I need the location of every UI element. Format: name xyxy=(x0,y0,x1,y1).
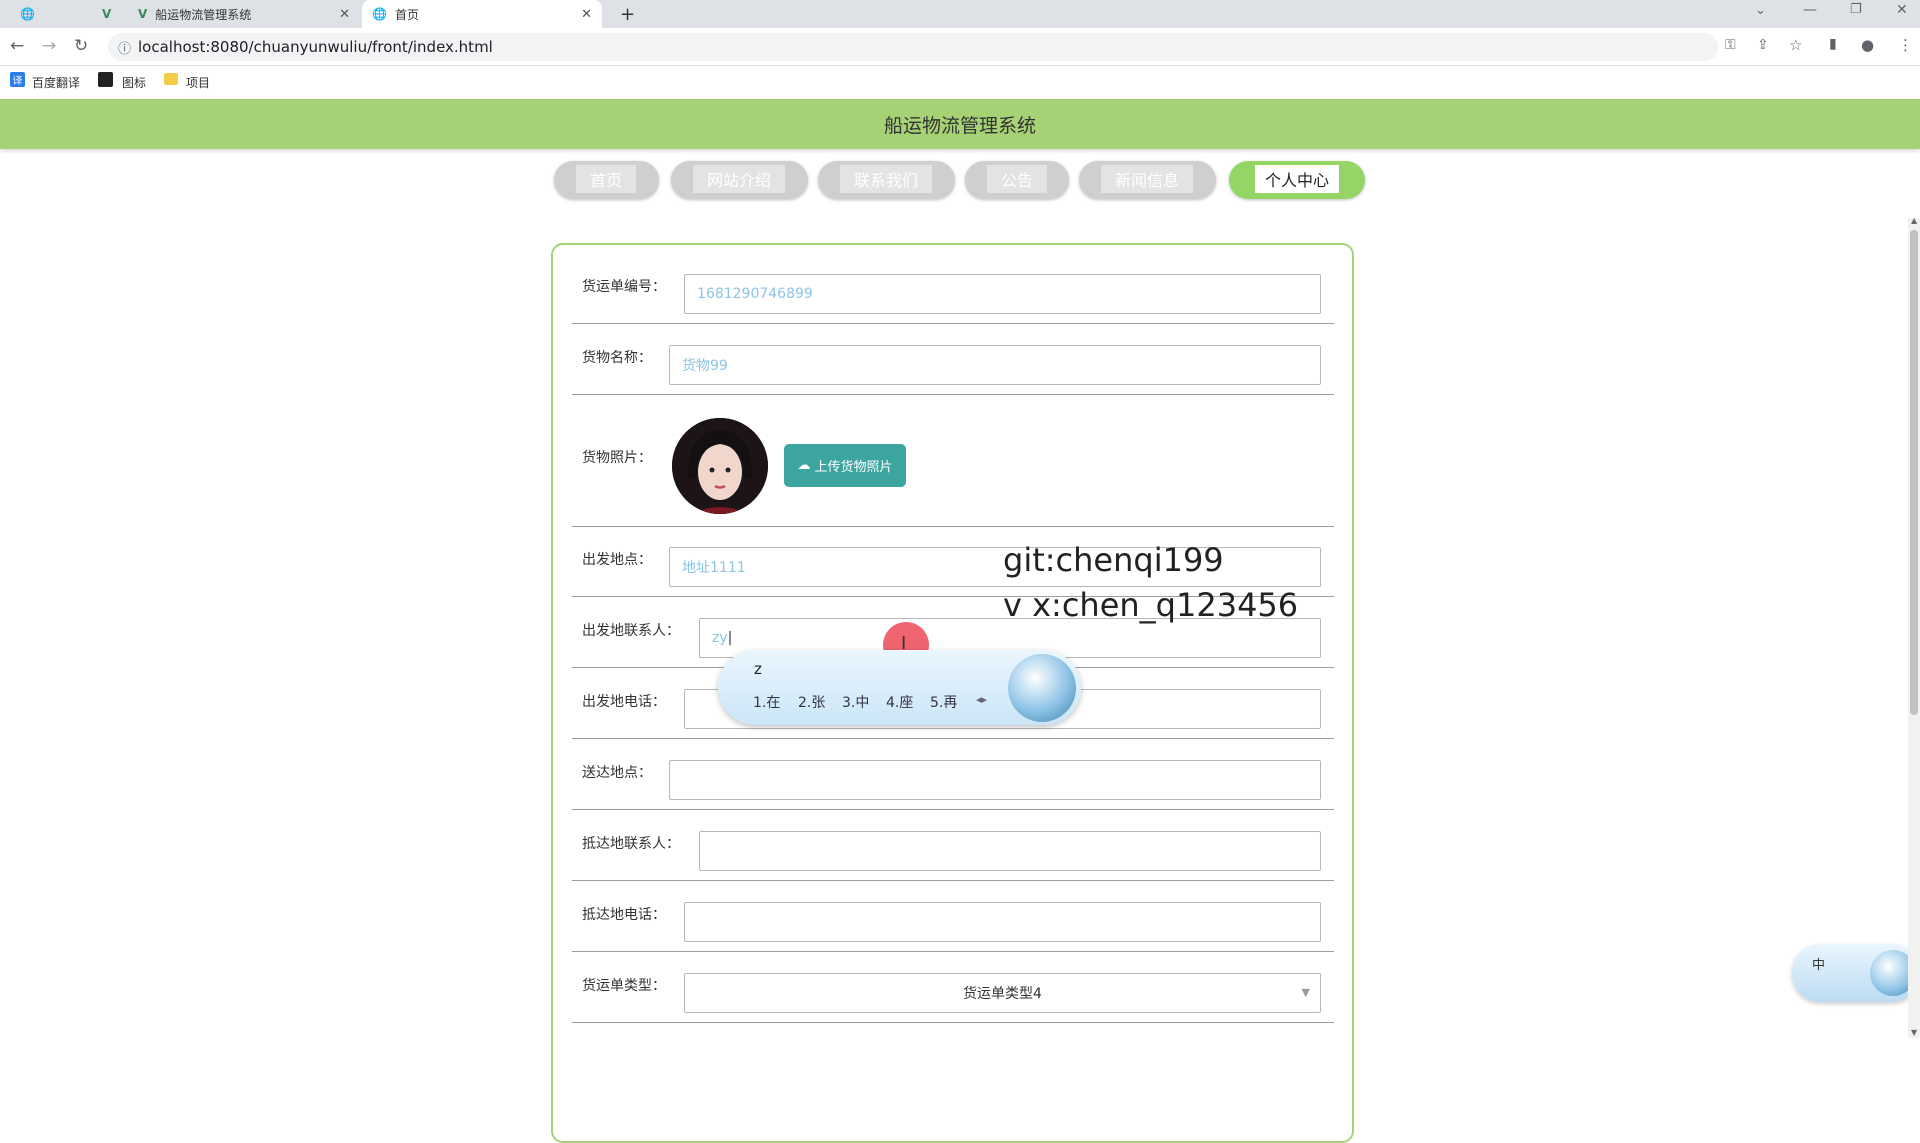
tab-title: 首页 xyxy=(394,7,419,22)
menu-icon[interactable]: ⋮ xyxy=(1898,36,1913,54)
ime-candidate-window: z 1.在 2.张 3.中 4.座 5.再 ◂▸ xyxy=(718,650,1081,725)
minimize-icon[interactable]: — xyxy=(1803,2,1817,18)
close-icon[interactable]: ✕ xyxy=(581,7,592,22)
upload-photo-button[interactable]: ☁ 上传货物照片 xyxy=(784,444,906,487)
image-icon xyxy=(98,72,113,87)
origin-contact-label: 出发地联系人： xyxy=(582,623,680,639)
destination-contact-label: 抵达地联系人： xyxy=(582,836,680,852)
ime-candidate[interactable]: 3.中 xyxy=(842,692,869,712)
translate-icon: 译 xyxy=(10,72,25,87)
watermark-line-1: git:chenqi199 xyxy=(1003,541,1224,579)
goods-photo-image xyxy=(672,418,768,514)
order-type-label: 货运单类型： xyxy=(582,978,666,994)
tab-pinned-2[interactable] xyxy=(50,0,90,28)
order-no-label: 货运单编号： xyxy=(582,279,666,295)
nav-contact[interactable]: 联系我们 xyxy=(818,161,955,199)
ime-status-widget[interactable]: 中 xyxy=(1792,944,1920,1002)
bookmarks-bar: 译 百度翻译 图标 项目 xyxy=(0,66,1920,96)
ime-composition: z xyxy=(754,660,762,678)
divider xyxy=(572,526,1334,527)
nav-home[interactable]: 首页 xyxy=(554,161,659,199)
nav-profile[interactable]: 个人中心 xyxy=(1229,161,1365,199)
tab-pinned-3[interactable]: V xyxy=(92,0,126,28)
destination-phone-label: 抵达地电话： xyxy=(582,907,666,923)
ime-candidate[interactable]: 5.再 xyxy=(930,692,957,712)
order-no-input[interactable]: 1681290746899 xyxy=(684,274,1321,314)
profile-icon[interactable]: ● xyxy=(1861,36,1874,54)
origin-phone-label: 出发地电话： xyxy=(582,694,666,710)
divider xyxy=(572,1022,1334,1023)
ime-mode: 中 xyxy=(1812,958,1826,973)
restore-icon[interactable]: ❐ xyxy=(1850,2,1862,17)
reload-icon[interactable]: ↻ xyxy=(74,36,88,56)
nav-about[interactable]: 网站介绍 xyxy=(671,161,808,199)
divider xyxy=(572,951,1334,952)
address-bar: ← → ↻ ⓘ localhost:8080/chuanyunwuliu/fro… xyxy=(0,28,1920,66)
star-icon[interactable]: ☆ xyxy=(1789,36,1802,54)
goods-name-label: 货物名称： xyxy=(582,350,652,366)
page-arrows-icon[interactable]: ◂▸ xyxy=(976,693,987,706)
info-icon: ⓘ xyxy=(118,42,132,57)
vue-icon: V xyxy=(102,7,112,21)
order-type-select[interactable]: 货运单类型4 ▼ xyxy=(684,973,1321,1013)
ime-candidate[interactable]: 2.张 xyxy=(798,692,825,712)
divider xyxy=(572,738,1334,739)
chevron-down-icon: ▼ xyxy=(1301,986,1310,999)
divider xyxy=(572,394,1334,395)
scroll-up-icon[interactable]: ▲ xyxy=(1911,216,1917,225)
sidepanel-icon[interactable]: ▮ xyxy=(1829,36,1837,52)
destination-label: 送达地点： xyxy=(582,765,652,781)
ime-candidate[interactable]: 1.在 xyxy=(753,692,780,712)
scrollbar-thumb[interactable] xyxy=(1910,230,1918,715)
window-close-icon[interactable]: ✕ xyxy=(1896,2,1908,18)
cloud-upload-icon: ☁ xyxy=(797,458,811,473)
destination-phone-input[interactable] xyxy=(684,902,1321,942)
goods-photo-label: 货物照片： xyxy=(582,450,652,466)
bookmark-icons[interactable]: 图标 xyxy=(122,74,146,91)
new-tab-icon[interactable]: + xyxy=(610,0,645,28)
key-icon[interactable]: ⚿ xyxy=(1725,37,1736,53)
globe-icon: 🌐 xyxy=(20,7,35,21)
forward-icon[interactable]: → xyxy=(42,36,56,56)
goods-name-input[interactable]: 货物99 xyxy=(669,345,1321,385)
folder-icon xyxy=(164,73,178,85)
site-title: 船运物流管理系统 xyxy=(883,114,1036,137)
url-field[interactable]: ⓘ localhost:8080/chuanyunwuliu/front/ind… xyxy=(108,33,1718,61)
tab-system[interactable]: V 船运物流管理系统 ✕ xyxy=(128,0,360,28)
nav-notice[interactable]: 公告 xyxy=(965,161,1069,199)
divider xyxy=(572,323,1334,324)
origin-label: 出发地点： xyxy=(582,552,652,568)
tab-home[interactable]: 🌐 首页 ✕ xyxy=(362,0,602,28)
tab-pinned-1[interactable]: 🌐 xyxy=(10,0,46,28)
browser-tab-bar: 🌐 V V 船运物流管理系统 ✕ 🌐 首页 ✕ + ⌄ — ❐ ✕ xyxy=(0,0,1920,28)
share-icon[interactable]: ⇪ xyxy=(1757,37,1769,53)
ime-skin-globe-icon xyxy=(1008,654,1076,722)
vue-icon: V xyxy=(138,7,148,21)
tab-title: 船运物流管理系统 xyxy=(155,7,252,22)
globe-icon: 🌐 xyxy=(372,7,387,21)
destination-input[interactable] xyxy=(669,760,1321,800)
close-icon[interactable]: ✕ xyxy=(339,7,350,22)
destination-contact-input[interactable] xyxy=(699,831,1321,871)
bookmark-project[interactable]: 项目 xyxy=(186,74,210,91)
watermark-line-2: v x:chen_q123456 xyxy=(1003,586,1299,624)
bookmark-baidu-translate[interactable]: 百度翻译 xyxy=(32,74,80,91)
ime-candidate[interactable]: 4.座 xyxy=(886,692,913,712)
back-icon[interactable]: ← xyxy=(10,36,24,56)
nav-news[interactable]: 新闻信息 xyxy=(1079,161,1216,199)
scroll-down-icon[interactable]: ▼ xyxy=(1911,1028,1917,1037)
tab-search-icon[interactable]: ⌄ xyxy=(1755,3,1766,18)
site-header: 船运物流管理系统 xyxy=(0,99,1920,149)
divider xyxy=(572,880,1334,881)
divider xyxy=(572,809,1334,810)
